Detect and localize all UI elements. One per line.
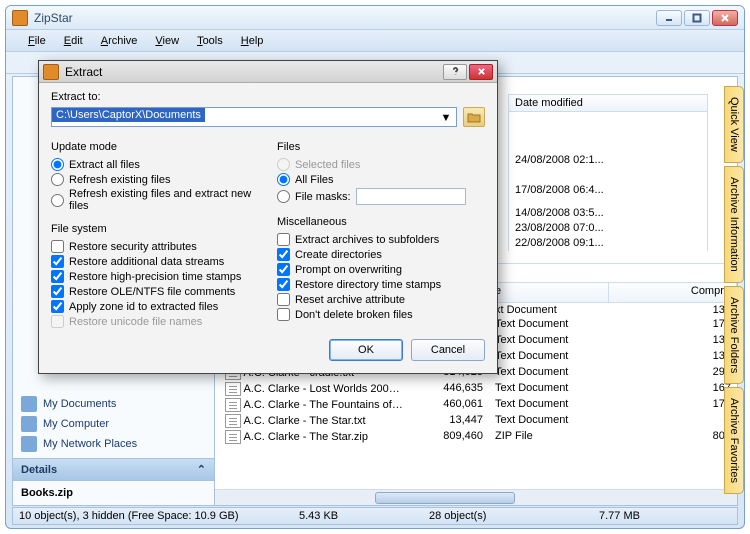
opt-streams[interactable]: Restore additional data streams — [51, 254, 259, 269]
computer-icon — [21, 416, 37, 432]
misc-title: Miscellaneous — [277, 216, 485, 228]
file-icon — [225, 430, 241, 444]
opt-zone[interactable]: Apply zone id to extracted files — [51, 299, 259, 314]
table-row[interactable]: A.C. Clarke - The Star.zip809,460ZIP Fil… — [215, 429, 737, 445]
details-filename: Books.zip — [13, 481, 214, 505]
dialog-title: Extract — [65, 65, 443, 79]
tab-archive-favorites[interactable]: Archive Favorites — [724, 387, 744, 494]
sidebar-item-my-network[interactable]: My Network Places — [21, 434, 206, 454]
dialog-icon — [43, 64, 59, 80]
opt-keep-broken[interactable]: Don't delete broken files — [277, 307, 485, 322]
folder-icon — [21, 396, 37, 412]
table-row[interactable]: A.C. Clarke - Lost Worlds 2001.txt446,63… — [215, 381, 737, 397]
app-title: ZipStar — [34, 11, 656, 25]
cancel-button[interactable]: Cancel — [411, 339, 485, 361]
opt-unicode: Restore unicode file names — [51, 314, 259, 329]
dialog-titlebar: Extract — [39, 61, 497, 83]
menu-file[interactable]: File — [22, 33, 52, 49]
opt-refresh-new[interactable]: Refresh existing files and extract new f… — [51, 187, 259, 213]
opt-prompt[interactable]: Prompt on overwriting — [277, 262, 485, 277]
file-icon — [225, 414, 241, 428]
sidebar-item-my-documents[interactable]: My Documents — [21, 394, 206, 414]
column-date-modified[interactable]: Date modified — [508, 94, 708, 112]
tab-archive-folders[interactable]: Archive Folders — [724, 286, 744, 384]
details-header: Details ⌃ — [13, 458, 214, 481]
scrollbar-thumb[interactable] — [375, 492, 515, 504]
files-title: Files — [277, 141, 485, 153]
dropdown-arrow-icon[interactable]: ▼ — [438, 110, 454, 126]
network-icon — [21, 436, 37, 452]
date-cell: 22/08/2008 09:1... — [509, 236, 707, 251]
column-compre[interactable]: Compre — [609, 283, 737, 302]
file-icon — [225, 382, 241, 396]
date-cell: 24/08/2008 02:1... — [509, 112, 707, 176]
opt-security[interactable]: Restore security attributes — [51, 239, 259, 254]
app-icon — [12, 10, 28, 26]
column-type[interactable]: e — [489, 283, 609, 302]
extract-path-input[interactable]: C:\Users\CaptorX\Documents ▼ — [51, 107, 457, 127]
opt-masks[interactable]: File masks: — [277, 187, 485, 206]
opt-comments[interactable]: Restore OLE/NTFS file comments — [51, 284, 259, 299]
ok-button[interactable]: OK — [329, 339, 403, 361]
extract-dialog: Extract Extract to: C:\Users\CaptorX\Doc… — [38, 60, 498, 374]
update-mode-title: Update mode — [51, 141, 259, 153]
date-cell: 23/08/2008 07:0... — [509, 221, 707, 236]
browse-button[interactable] — [463, 107, 485, 127]
menu-edit[interactable]: Edit — [58, 33, 89, 49]
file-masks-input[interactable] — [356, 188, 466, 205]
sidebar-item-my-computer[interactable]: My Computer — [21, 414, 206, 434]
opt-dir-ts[interactable]: Restore directory time stamps — [277, 277, 485, 292]
menu-help[interactable]: Help — [235, 33, 270, 49]
help-button[interactable] — [443, 64, 467, 80]
opt-timestamps[interactable]: Restore high-precision time stamps — [51, 269, 259, 284]
opt-subfolders[interactable]: Extract archives to subfolders — [277, 232, 485, 247]
status-size1: 5.43 KB — [299, 510, 429, 522]
status-bar: 10 object(s), 3 hidden (Free Space: 10.9… — [12, 507, 738, 525]
extract-to-label: Extract to: — [51, 91, 485, 103]
titlebar: ZipStar — [6, 6, 744, 30]
opt-all-files[interactable]: All Files — [277, 172, 485, 187]
date-cell: 17/08/2008 06:4... — [509, 176, 707, 206]
table-row[interactable]: A.C. Clarke - The Star.txt13,447Text Doc… — [215, 413, 737, 429]
dialog-close-button[interactable] — [469, 64, 493, 80]
file-icon — [225, 398, 241, 412]
menu-view[interactable]: View — [149, 33, 185, 49]
opt-reset-attr[interactable]: Reset archive attribute — [277, 292, 485, 307]
side-tabs: Quick View Archive Information Archive F… — [724, 86, 745, 497]
date-cell: 14/08/2008 03:5... — [509, 206, 707, 221]
maximize-button[interactable] — [684, 10, 710, 26]
status-objects: 10 object(s), 3 hidden (Free Space: 10.9… — [19, 510, 299, 522]
menu-archive[interactable]: Archive — [95, 33, 144, 49]
menu-tools[interactable]: Tools — [191, 33, 229, 49]
status-size2: 7.77 MB — [599, 510, 664, 522]
opt-extract-all[interactable]: Extract all files — [51, 157, 259, 172]
opt-selected: Selected files — [277, 157, 485, 172]
date-column-fragment: Date modified 24/08/2008 02:1... 17/08/2… — [508, 94, 708, 251]
minimize-button[interactable] — [656, 10, 682, 26]
opt-refresh[interactable]: Refresh existing files — [51, 172, 259, 187]
tab-archive-information[interactable]: Archive Information — [724, 166, 744, 283]
menubar: File Edit Archive View Tools Help — [6, 30, 744, 52]
filesystem-title: File system — [51, 223, 259, 235]
table-row[interactable]: A.C. Clarke - The Fountains of Par...460… — [215, 397, 737, 413]
status-objects2: 28 object(s) — [429, 510, 599, 522]
horizontal-scrollbar[interactable] — [215, 489, 737, 505]
collapse-icon[interactable]: ⌃ — [197, 463, 206, 476]
tab-quick-view[interactable]: Quick View — [724, 86, 744, 163]
close-button[interactable] — [712, 10, 738, 26]
opt-create-dirs[interactable]: Create directories — [277, 247, 485, 262]
